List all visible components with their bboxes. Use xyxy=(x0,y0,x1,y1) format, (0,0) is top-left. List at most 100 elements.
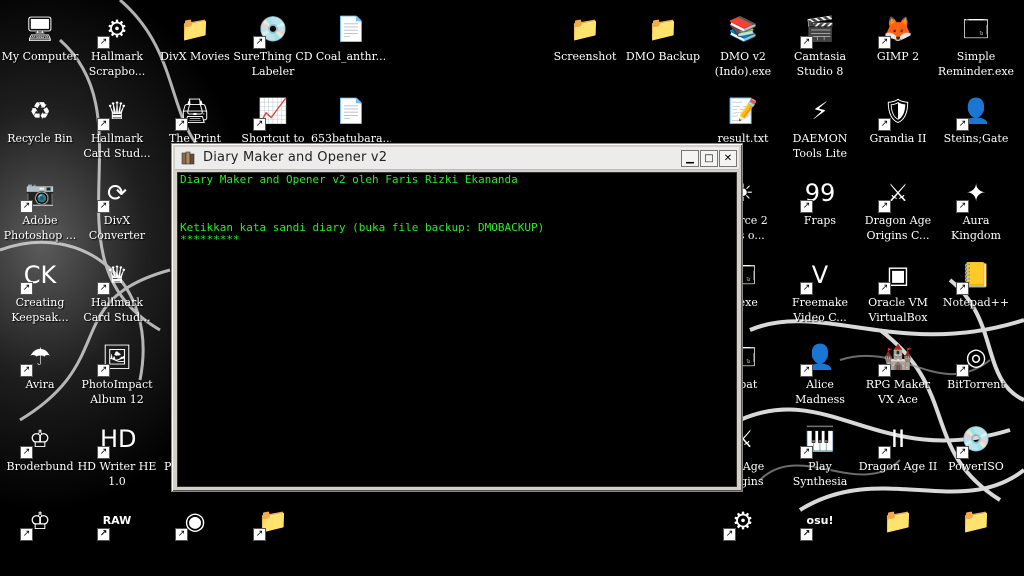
desktop-icon[interactable]: osu! ↗ xyxy=(780,496,860,576)
shortcut-arrow-icon: ↗ xyxy=(878,364,891,377)
folder-icon: 📁 xyxy=(883,507,913,535)
desktop-icon[interactable]: 👤↗Alice Madness Returns xyxy=(780,332,860,412)
desktop-icon[interactable]: ⚙ ↗ Hallmark Scrapbo... xyxy=(77,4,157,84)
document-icon: 📄 xyxy=(336,15,366,43)
desktop-icon-label: Simple Reminder.exe xyxy=(937,50,1015,78)
desktop-icon-label: Aura Kingdom xyxy=(951,214,1001,242)
desktop-icon[interactable]: 📒 ↗ Notepad++ xyxy=(936,250,1016,330)
shortcut-arrow-icon: ↗ xyxy=(97,200,110,213)
title-bar[interactable]: Diary Maker and Opener v2 ▁ □ ✕ xyxy=(175,147,739,170)
desktop-icon[interactable]: ⚔ ↗ Dragon Age Origins C... xyxy=(858,168,938,248)
synthesia-icon: 🎹 ↗ xyxy=(800,422,837,459)
game-icon: 🛡 ↗ xyxy=(878,94,915,131)
desktop-icon-label: DAEMON Tools Lite xyxy=(792,132,848,160)
desktop-icon[interactable]: ⚙ ↗ xyxy=(703,496,783,576)
desktop-icon[interactable]: 📁 xyxy=(858,496,938,576)
broderbund-icon: ♔ ↗ xyxy=(20,422,57,459)
desktop-icon[interactable]: II ↗ Dragon Age II xyxy=(858,414,938,494)
virtualbox-icon: ▣ ↗ xyxy=(878,258,915,295)
shortcut-arrow-icon: ↗ xyxy=(97,446,110,459)
desktop-icon[interactable]: 📁 xyxy=(936,496,1016,576)
character-icon: 👤 ↗ xyxy=(956,94,993,131)
alice-icon: 👤 ↗ xyxy=(800,340,837,377)
desktop-icon[interactable]: 📁 Screenshot xyxy=(545,4,625,84)
desktop-icon[interactable]: 📄 Coal_anthr... xyxy=(311,4,391,84)
desktop-icon[interactable]: ♛ ↗ Hallmark Card Stud... xyxy=(77,86,157,166)
desktop-icon[interactable]: 💿↗SureThing CD Labeler Ligh... xyxy=(233,4,313,84)
window-title: Diary Maker and Opener v2 xyxy=(203,150,388,165)
minimize-button[interactable]: ▁ xyxy=(681,150,699,167)
dragon-age-icon: II ↗ xyxy=(878,422,915,459)
desktop-icon-label: Notepad++ xyxy=(942,296,1010,309)
shortcut-arrow-icon: ↗ xyxy=(20,282,33,295)
shortcut-arrow-icon: ↗ xyxy=(97,528,110,541)
desktop-icon-label: Freemake Video C... xyxy=(791,296,849,324)
desktop-icon-label: DivX Converter xyxy=(88,214,146,242)
desktop-icon[interactable]: ♔ ↗ xyxy=(0,496,80,576)
console-window[interactable]: Diary Maker and Opener v2 ▁ □ ✕ Diary Ma… xyxy=(171,143,743,492)
shortcut-arrow-icon: ↗ xyxy=(878,446,891,459)
desktop-icon[interactable]: 📷 ↗ Adobe Photoshop ... xyxy=(0,168,80,248)
shortcut-arrow-icon: ↗ xyxy=(800,282,813,295)
desktop-icon[interactable]: 📚 DMO v2 (Indo).exe xyxy=(703,4,783,84)
desktop-icon[interactable]: ♔ ↗ Broderbund xyxy=(0,414,80,494)
desktop-icon[interactable]: 🎹 ↗ Play Synthesia xyxy=(780,414,860,494)
folder-icon: 📁 xyxy=(180,15,210,43)
shortcut-arrow-icon: ↗ xyxy=(97,364,110,377)
desktop-icon[interactable]: V ↗ Freemake Video C... xyxy=(780,250,860,330)
desktop-icon-label: Steins;Gate xyxy=(943,132,1009,145)
desktop-icon-label: Fraps xyxy=(803,214,837,227)
desktop-icon[interactable]: CK ↗ Creating Keepsak... xyxy=(0,250,80,330)
fraps-icon: 99 ↗ xyxy=(800,176,837,213)
desktop-icon[interactable]: 🦊 ↗ GIMP 2 xyxy=(858,4,938,84)
shortcut-arrow-icon: ↗ xyxy=(878,36,891,49)
desktop-icon[interactable]: 💿 ↗ PowerISO xyxy=(936,414,1016,494)
maximize-button[interactable]: □ xyxy=(700,150,718,167)
desktop-icon[interactable]: 🖼 ↗ PhotoImpact Album 12 xyxy=(77,332,157,412)
close-button[interactable]: ✕ xyxy=(719,150,737,167)
bittorrent-icon: ◎ ↗ xyxy=(956,340,993,377)
desktop-icon-label: Dragon Age II xyxy=(858,460,938,473)
desktop-icon[interactable]: 📁 DMO Backup xyxy=(623,4,703,84)
desktop-icon[interactable]: ♻ Recycle Bin xyxy=(0,86,80,166)
diary-app-icon xyxy=(181,151,195,165)
desktop-icon[interactable]: ▣ ↗ Oracle VM VirtualBox xyxy=(858,250,938,330)
shortcut-arrow-icon: ↗ xyxy=(20,200,33,213)
shortcut-arrow-icon: ↗ xyxy=(800,446,813,459)
poweriso-icon: 💿 ↗ xyxy=(956,422,993,459)
desktop-icon[interactable]: ◎ ↗ BitTorrent xyxy=(936,332,1016,412)
desktop-icon[interactable]: ☂ ↗ Avira xyxy=(0,332,80,412)
refresh-icon: ⟳ ↗ xyxy=(97,176,134,213)
desktop-icon-label: DivX Movies xyxy=(160,50,230,63)
shortcut-arrow-icon: ↗ xyxy=(956,446,969,459)
shortcut-arrow-icon: ↗ xyxy=(97,282,110,295)
console-output[interactable]: Diary Maker and Opener v2 oleh Faris Riz… xyxy=(177,172,737,487)
printer-icon: 🖨 ↗ xyxy=(175,94,212,131)
desktop-icon-label: PowerISO xyxy=(948,460,1004,473)
desktop-icon[interactable]: 🗔 Simple Reminder.exe xyxy=(936,4,1016,84)
desktop-icon-label: Coal_anthr... xyxy=(315,50,387,63)
desktop-icon[interactable]: 📁 DivX Movies xyxy=(155,4,235,84)
password-input[interactable]: ********* xyxy=(180,234,734,246)
freemake-icon: V ↗ xyxy=(800,258,837,295)
desktop-icon[interactable]: 🏰 ↗ RPG Maker VX Ace xyxy=(858,332,938,412)
desktop-icon-label: Avira xyxy=(25,378,55,391)
desktop-icon[interactable]: ⟳ ↗ DivX Converter xyxy=(77,168,157,248)
desktop-icon[interactable]: ♛ ↗ Hallmark Card Stud... xyxy=(77,250,157,330)
desktop-icon[interactable]: 99 ↗ Fraps xyxy=(780,168,860,248)
desktop-icon-label: SureThing CD Labeler Ligh... xyxy=(233,50,313,78)
desktop-icon[interactable]: 🖥 My Computer xyxy=(0,4,80,84)
desktop-icon[interactable]: 👤 ↗ Steins;Gate xyxy=(936,86,1016,166)
shortcut-arrow-icon: ↗ xyxy=(253,36,266,49)
desktop-icon[interactable]: 🎬 ↗ Camtasia Studio 8 xyxy=(780,4,860,84)
desktop-icon[interactable]: ✦ ↗ Aura Kingdom xyxy=(936,168,1016,248)
desktop-icon[interactable]: 🛡 ↗ Grandia II xyxy=(858,86,938,166)
shortcut-arrow-icon: ↗ xyxy=(97,118,110,131)
desktop-icon[interactable]: ⚡ DAEMON Tools Lite xyxy=(780,86,860,166)
notepad-icon: 📒 ↗ xyxy=(956,258,993,295)
gear-icon: ⚙ ↗ xyxy=(723,504,760,541)
shortcut-arrow-icon: ↗ xyxy=(97,36,110,49)
gimp-icon: 🦊 ↗ xyxy=(878,12,915,49)
desktop-icon[interactable]: RAW ↗ xyxy=(77,496,157,576)
